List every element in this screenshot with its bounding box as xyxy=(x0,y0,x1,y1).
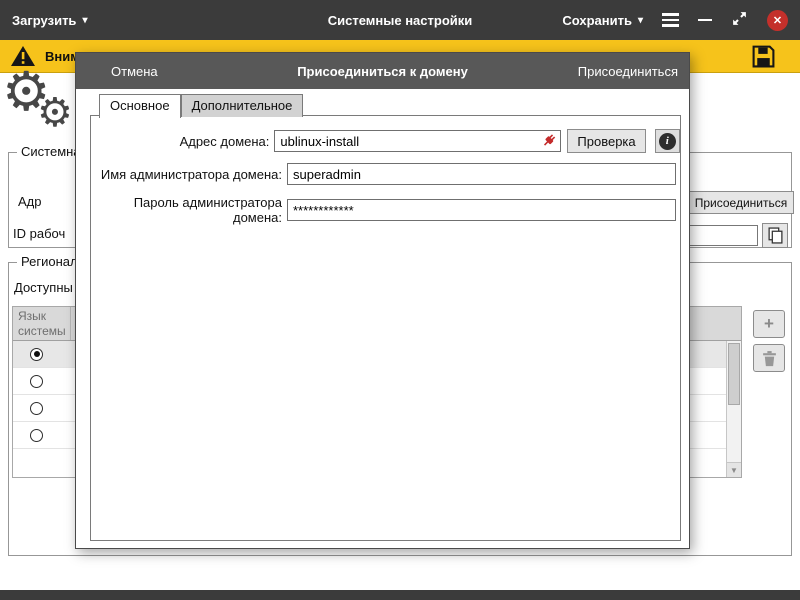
scrollbar-down-arrow[interactable]: ▼ xyxy=(727,462,741,477)
chevron-down-icon: ▾ xyxy=(638,15,643,26)
admin-password-row: Пароль администратора домена: xyxy=(91,195,680,225)
admin-name-input[interactable] xyxy=(287,163,676,185)
close-icon: ✕ xyxy=(773,14,782,27)
radio-button[interactable] xyxy=(30,429,43,442)
expand-icon xyxy=(731,10,748,27)
scrollbar-thumb[interactable] xyxy=(728,343,740,405)
copy-button[interactable] xyxy=(762,223,788,248)
address-label: Адр xyxy=(18,194,42,209)
minimize-button[interactable] xyxy=(698,19,712,22)
gear-icon: ⚙ xyxy=(37,90,73,136)
menu-icon[interactable] xyxy=(662,13,679,27)
radio-button[interactable] xyxy=(30,402,43,415)
save-settings-button[interactable] xyxy=(751,44,776,72)
window-bottom-edge xyxy=(0,590,800,600)
domain-address-input[interactable] xyxy=(274,130,561,152)
floppy-disk-icon xyxy=(751,44,776,69)
regional-groupbox-legend: Регионал xyxy=(17,254,82,269)
tab-advanced[interactable]: Дополнительное xyxy=(181,94,304,117)
info-icon: i xyxy=(659,133,676,150)
save-button-label: Сохранить xyxy=(562,13,632,28)
dialog-tabs: Основное Дополнительное xyxy=(99,94,303,117)
title-bar: Загрузить ▾ Системные настройки Сохранит… xyxy=(0,0,800,40)
language-column-header: Язык системы xyxy=(13,307,71,340)
close-button[interactable]: ✕ xyxy=(767,10,788,31)
domain-address-row: Адрес домена: Проверка i xyxy=(91,129,680,153)
load-button-label: Загрузить xyxy=(12,13,76,28)
cancel-button[interactable]: Отмена xyxy=(111,64,158,79)
load-button[interactable]: Загрузить ▾ xyxy=(12,0,87,40)
add-language-button[interactable]: + xyxy=(753,310,785,338)
admin-name-row: Имя администратора домена: xyxy=(91,163,680,185)
admin-password-input[interactable] xyxy=(287,199,676,221)
info-button[interactable]: i xyxy=(655,129,680,153)
trash-icon xyxy=(762,350,777,367)
dialog-tab-content: Адрес домена: Проверка i xyxy=(90,115,681,541)
available-languages-label: Доступны xyxy=(14,280,73,295)
radio-button[interactable] xyxy=(30,375,43,388)
join-domain-button[interactable]: Присоединиться xyxy=(688,191,794,214)
domain-address-label: Адрес домена: xyxy=(91,134,274,149)
admin-password-label: Пароль администратора домена: xyxy=(91,195,287,225)
radio-button[interactable] xyxy=(30,348,43,361)
table-scrollbar[interactable]: ▼ xyxy=(726,341,741,477)
admin-name-label: Имя администратора домена: xyxy=(91,167,287,182)
save-button[interactable]: Сохранить ▾ xyxy=(562,13,643,28)
dialog-header: Отмена Присоединиться к домену Присоедин… xyxy=(76,53,689,89)
copy-icon xyxy=(768,227,783,244)
fullscreen-button[interactable] xyxy=(731,10,748,30)
check-button[interactable]: Проверка xyxy=(567,129,645,153)
join-confirm-button[interactable]: Присоединиться xyxy=(578,64,678,79)
chevron-down-icon: ▾ xyxy=(82,15,87,26)
workspace-id-label: ID рабоч xyxy=(13,226,65,241)
title-bar-actions: Сохранить ▾ ✕ xyxy=(562,0,788,40)
join-domain-dialog: Отмена Присоединиться к домену Присоедин… xyxy=(75,52,690,549)
tab-basic[interactable]: Основное xyxy=(99,94,181,118)
delete-language-button[interactable] xyxy=(753,344,785,372)
